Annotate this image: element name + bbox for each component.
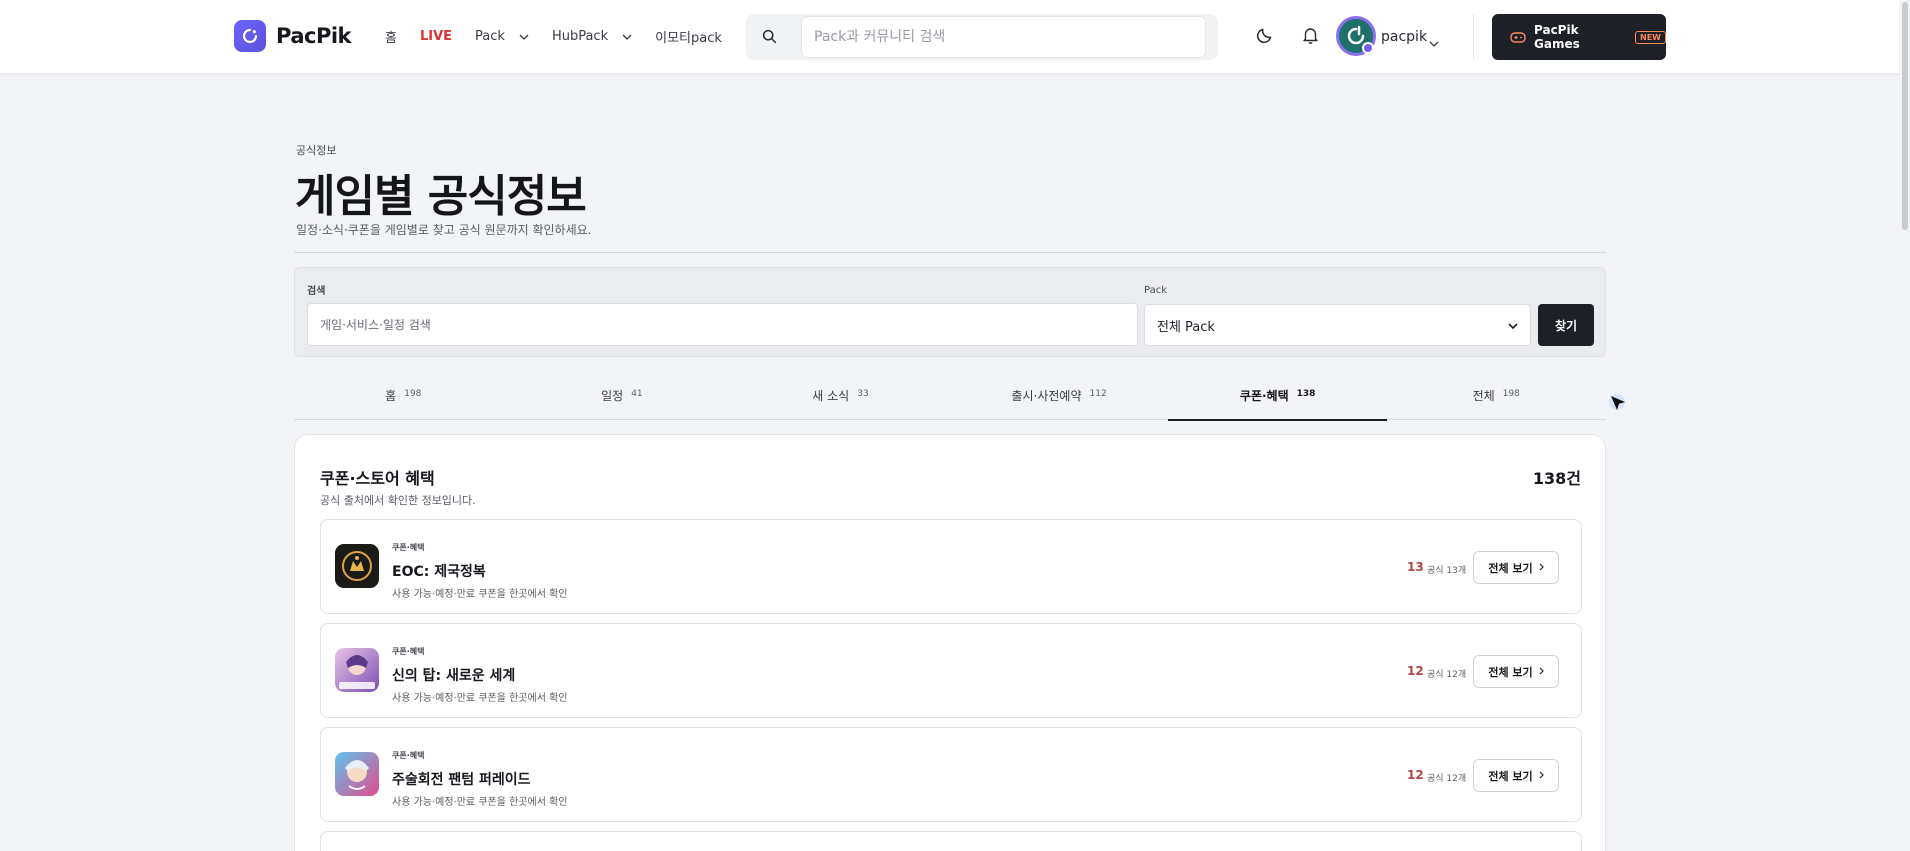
list-description: 공식 출처에서 확인한 정보입니다. <box>320 494 476 507</box>
item-count: 12 <box>1407 768 1424 782</box>
tab-label: 홈 <box>385 389 397 403</box>
filter-panel: 검색 Pack 전체 Pack 찾기 <box>294 267 1606 357</box>
main-nav: 홈 LIVE Pack HubPack 이모티pack <box>385 27 745 46</box>
divider <box>294 252 1606 253</box>
item-official-count: 공식 12개 <box>1427 774 1467 784</box>
list-item[interactable] <box>320 831 1582 851</box>
nav-hubpack-label: HubPack <box>551 29 609 44</box>
eoc-game-icon <box>335 544 379 588</box>
tab-count: 138 <box>1296 389 1316 399</box>
pacpik-logo[interactable]: PacPik <box>234 20 352 52</box>
tab-count: 198 <box>404 389 422 399</box>
nav-home[interactable]: 홈 <box>385 27 397 46</box>
item-official-count: 공식 13개 <box>1427 566 1467 576</box>
item-description: 사용 가능·예정·만료 쿠폰을 한곳에서 확인 <box>392 693 568 704</box>
bell-icon[interactable] <box>1302 26 1319 48</box>
tab-release-preorder[interactable]: 출시·사전예약 112 <box>950 375 1169 420</box>
page-title: 게임별 공식정보 <box>295 171 587 222</box>
item-title: 신의 탑: 새로운 세계 <box>392 668 516 684</box>
page-scrollbar-thumb[interactable] <box>1902 2 1908 230</box>
item-official-count: 공식 12개 <box>1427 670 1467 680</box>
view-all-label: 전체 보기 <box>1488 769 1533 783</box>
tab-count: 112 <box>1089 389 1107 399</box>
tab-label: 일정 <box>601 389 624 403</box>
nav-live[interactable]: LIVE <box>420 29 452 44</box>
tab-all[interactable]: 전체 198 <box>1387 375 1606 420</box>
view-all-button[interactable]: 전체 보기 <box>1473 655 1559 688</box>
view-all-button[interactable]: 전체 보기 <box>1473 759 1559 792</box>
top-header: PacPik 홈 LIVE Pack HubPack 이모티pack pacpi… <box>0 0 1910 74</box>
list-item[interactable]: 쿠폰·혜택 EOC: 제국정복 사용 가능·예정·만료 쿠폰을 한곳에서 확인 … <box>320 519 1582 614</box>
tab-home[interactable]: 홈 198 <box>294 375 513 420</box>
filter-search-input[interactable] <box>307 303 1138 346</box>
nav-emotipack[interactable]: 이모티pack <box>655 27 722 46</box>
tab-label: 출시·사전예약 <box>1011 389 1082 403</box>
chevron-right-icon <box>1533 665 1544 678</box>
chevron-down-icon <box>622 34 632 40</box>
list-item[interactable]: 쿠폰·혜택 주술회전 팬텀 퍼레이드 사용 가능·예정·만료 쿠폰을 한곳에서 … <box>320 727 1582 822</box>
tab-coupons[interactable]: 쿠폰·혜택 138 <box>1168 375 1387 421</box>
jujutsu-kaisen-game-icon <box>335 752 379 796</box>
list-title: 쿠폰·스토어 혜택 <box>320 469 435 488</box>
tab-label: 쿠폰·혜택 <box>1239 389 1289 403</box>
nav-pack-label: Pack <box>475 29 505 44</box>
chevron-down-icon <box>519 34 529 40</box>
item-description: 사용 가능·예정·만료 쿠폰을 한곳에서 확인 <box>392 797 568 808</box>
search-icon[interactable] <box>762 29 777 48</box>
page-eyebrow: 공식정보 <box>296 144 337 157</box>
item-title: 주술회전 팬텀 퍼레이드 <box>392 772 531 788</box>
chevron-down-icon <box>1508 318 1518 333</box>
chevron-right-icon <box>1533 769 1544 782</box>
item-tag: 쿠폰·혜택 <box>392 543 425 552</box>
page-subtitle: 일정·소식·쿠폰을 게임별로 찾고 공식 원문까지 확인하세요. <box>296 223 592 237</box>
pack-select-value: 전체 Pack <box>1157 319 1215 335</box>
tab-count: 198 <box>1502 389 1520 399</box>
avatar-status-badge <box>1362 42 1374 54</box>
item-tag: 쿠폰·혜택 <box>392 751 425 760</box>
list-item[interactable]: 쿠폰·혜택 신의 탑: 새로운 세계 사용 가능·예정·만료 쿠폰을 한곳에서 … <box>320 623 1582 718</box>
nav-pack[interactable]: Pack <box>475 29 529 44</box>
games-button-label: PacPik Games <box>1534 23 1580 51</box>
mouse-cursor-icon <box>1608 393 1630 419</box>
tab-count: 33 <box>857 389 869 399</box>
header-search <box>746 14 1218 60</box>
tower-of-god-game-icon <box>335 648 379 692</box>
chevron-right-icon <box>1533 561 1544 574</box>
tab-schedule[interactable]: 일정 41 <box>513 375 732 420</box>
list-count: 138건 <box>1532 469 1581 488</box>
item-description: 사용 가능·예정·만료 쿠폰을 한곳에서 확인 <box>392 589 568 600</box>
new-badge: NEW <box>1635 30 1666 44</box>
item-count: 12 <box>1407 664 1424 678</box>
tab-label: 전체 <box>1472 389 1495 403</box>
search-label: 검색 <box>307 286 326 297</box>
view-all-label: 전체 보기 <box>1488 561 1533 575</box>
coupon-list-card: 쿠폰·스토어 혜택 공식 출처에서 확인한 정보입니다. 138건 쿠폰·혜택 … <box>294 434 1606 851</box>
item-count: 13 <box>1407 560 1424 574</box>
header-divider <box>1473 14 1474 60</box>
pack-select[interactable]: 전체 Pack <box>1144 304 1531 346</box>
logo-text: PacPik <box>276 24 352 48</box>
find-button[interactable]: 찾기 <box>1538 304 1594 346</box>
tab-news[interactable]: 새 소식 33 <box>731 375 950 420</box>
pacpik-games-button[interactable]: PacPik Games NEW <box>1492 14 1666 60</box>
tab-count: 41 <box>631 389 643 399</box>
tab-label: 새 소식 <box>812 389 850 403</box>
nav-hubpack[interactable]: HubPack <box>552 29 632 44</box>
user-name[interactable]: pacpik <box>1381 29 1427 45</box>
item-tag: 쿠폰·혜택 <box>392 647 425 656</box>
gamepad-icon <box>1510 31 1526 43</box>
logo-mark-icon <box>234 20 266 52</box>
view-all-label: 전체 보기 <box>1488 665 1533 679</box>
chevron-down-icon[interactable] <box>1429 32 1439 51</box>
category-tabs: 홈 198 일정 41 새 소식 33 출시·사전예약 112 쿠폰·혜택 138 전체 1… <box>294 375 1606 421</box>
dark-mode-moon-icon[interactable] <box>1256 26 1274 48</box>
pack-label: Pack <box>1144 285 1167 296</box>
header-search-input[interactable] <box>801 16 1206 58</box>
item-title: EOC: 제국정복 <box>392 564 486 580</box>
view-all-button[interactable]: 전체 보기 <box>1473 551 1559 584</box>
